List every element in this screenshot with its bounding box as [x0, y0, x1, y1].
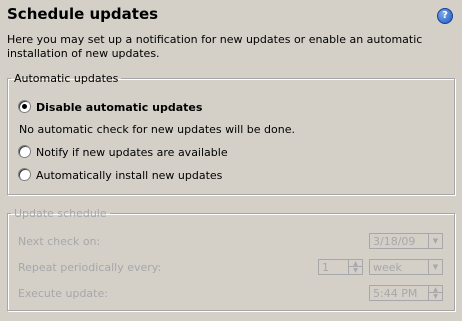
radio-auto-install[interactable]: Automatically install new updates [18, 168, 222, 182]
chevron-down-icon[interactable]: ▼ [428, 234, 442, 248]
radio-notify-updates[interactable]: Notify if new updates are available [18, 145, 228, 159]
repeat-label: Repeat periodically every: [18, 261, 162, 274]
next-check-date-picker[interactable]: 3/18/09 ▼ [369, 233, 443, 249]
radio-disable-automatic-updates[interactable]: Disable automatic updates [18, 100, 202, 114]
help-icon[interactable]: ? [437, 8, 453, 24]
repeat-count-value: 1 [322, 261, 329, 274]
chevron-down-icon[interactable]: ▼ [428, 260, 442, 274]
radio-unchecked-icon[interactable] [18, 145, 31, 158]
radio-auto-install-label: Automatically install new updates [36, 169, 223, 182]
radio-notify-label: Notify if new updates are available [36, 146, 228, 159]
spin-arrows-icon[interactable]: ▲ ▼ [428, 286, 442, 300]
radio-unchecked-icon[interactable] [18, 168, 31, 181]
intro-text: Here you may set up a notification for n… [7, 33, 423, 60]
repeat-unit-select[interactable]: week ▼ [369, 259, 443, 275]
execute-time-value: 5:44 PM [373, 287, 418, 300]
execute-time-stepper[interactable]: 5:44 PM ▲ ▼ [369, 285, 443, 301]
next-check-label: Next check on: [18, 235, 101, 248]
automatic-updates-legend: Automatic updates [14, 72, 119, 85]
next-check-value: 3/18/09 [373, 235, 416, 248]
page-title: Schedule updates [7, 5, 159, 23]
radio-disable-label: Disable automatic updates [36, 101, 203, 114]
execute-label: Execute update: [18, 287, 108, 300]
radio-checked-icon[interactable] [18, 100, 31, 113]
update-schedule-legend: Update schedule [14, 207, 107, 220]
spin-arrows-icon[interactable]: ▲ ▼ [348, 260, 362, 274]
disable-description: No automatic check for new updates will … [19, 123, 295, 136]
repeat-count-stepper[interactable]: 1 ▲ ▼ [318, 259, 363, 275]
repeat-unit-value: week [373, 261, 402, 274]
